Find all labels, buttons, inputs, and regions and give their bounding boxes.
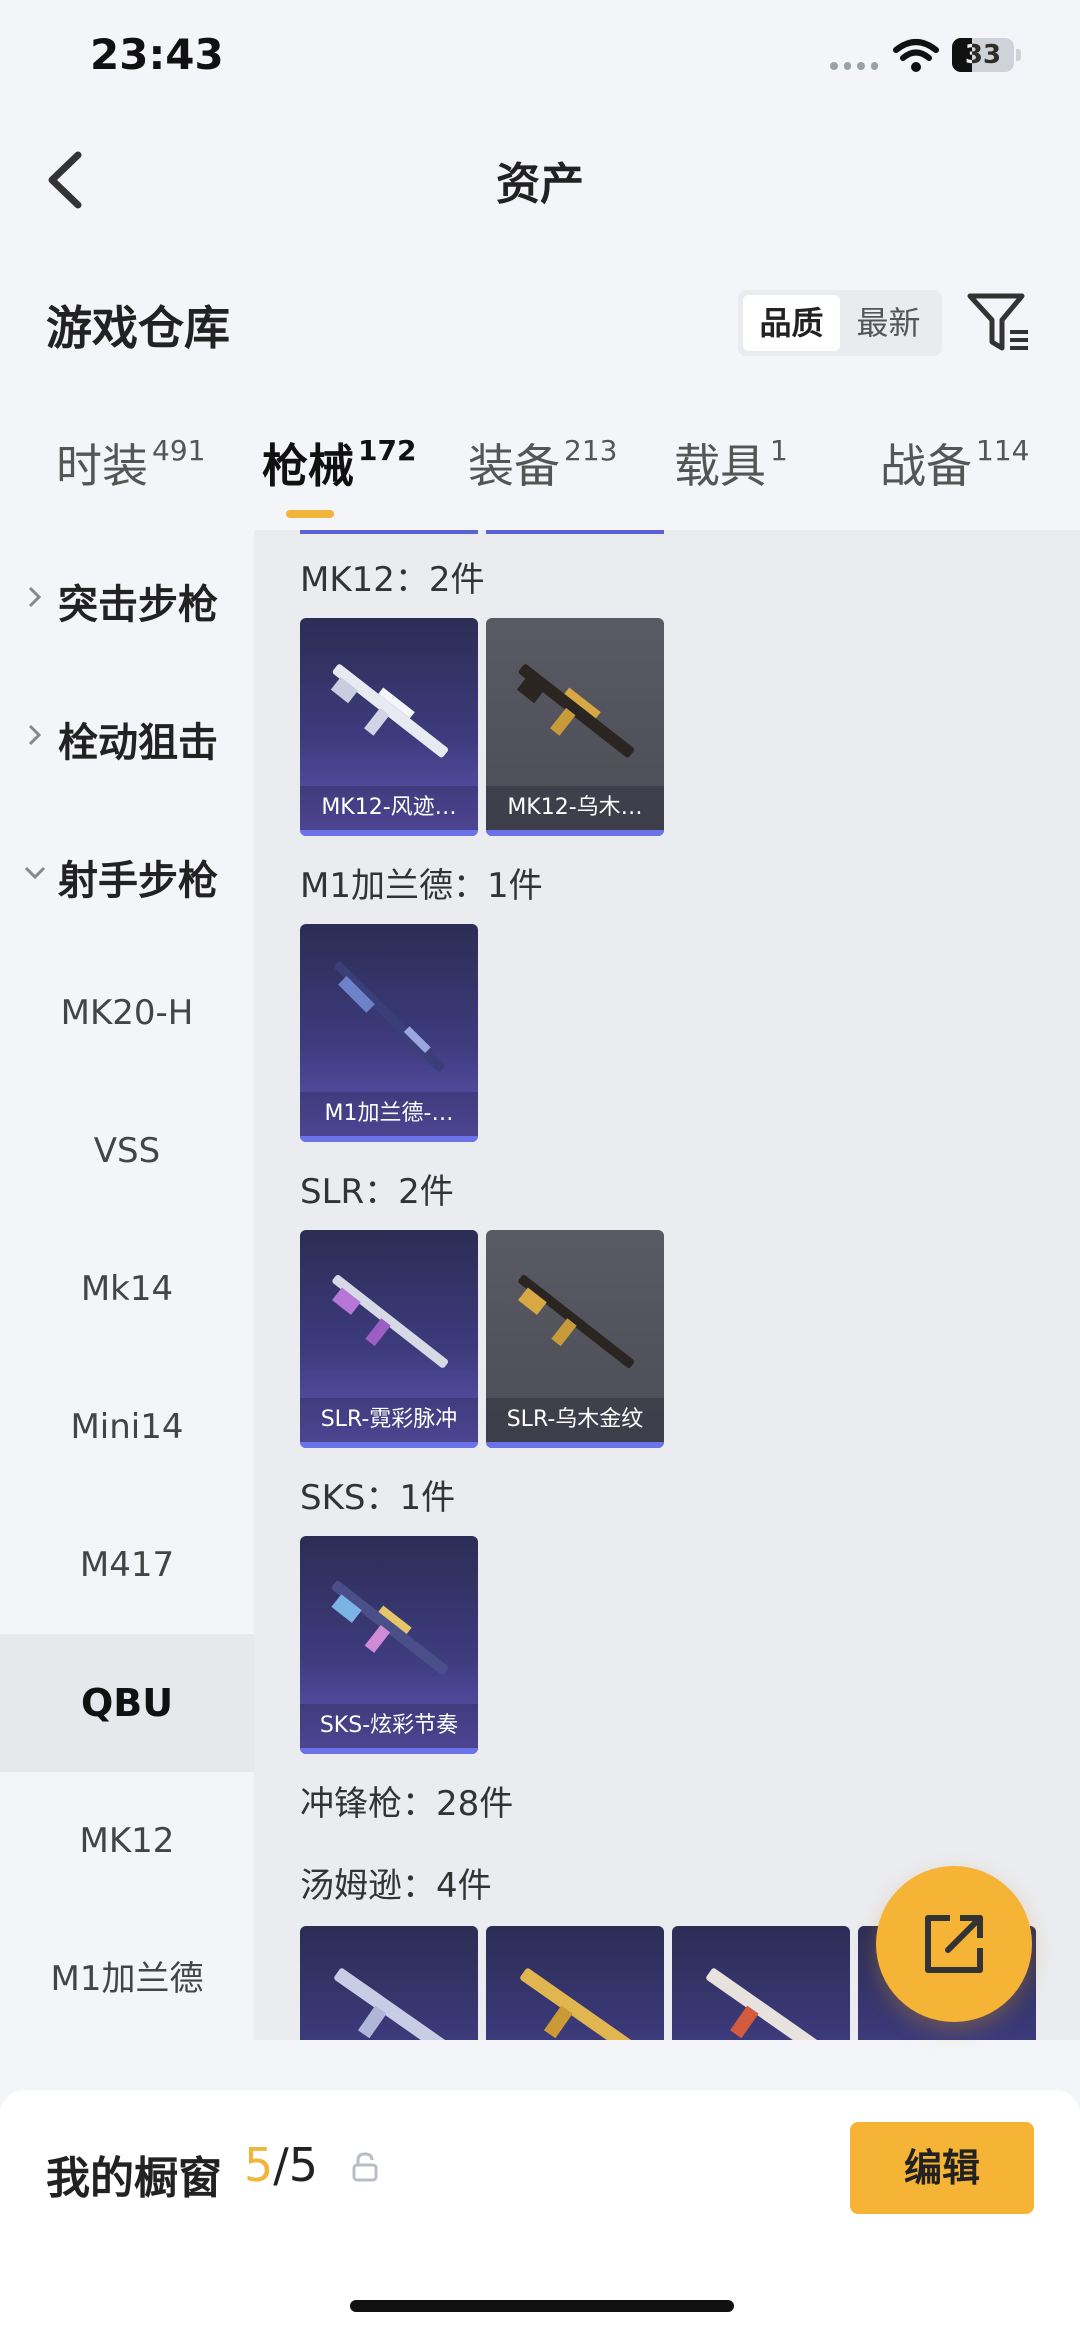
tab-vehicles[interactable]: 载具 1	[674, 430, 788, 496]
weapon-card-caption: MK12-乌木…	[486, 786, 664, 830]
weapon-skin-image	[518, 1274, 635, 1368]
weapon-skin-image	[332, 1274, 449, 1368]
share-icon	[925, 1915, 983, 1973]
weapon-card[interactable]: SLR-乌木金纹	[486, 1230, 664, 1448]
card-underline	[300, 1748, 478, 1754]
sidebar-category-label: 突击步枪	[58, 582, 218, 628]
group-title-thompson: 汤姆逊：4件	[300, 1866, 492, 1906]
status-bar: 23:43 33	[0, 0, 1080, 120]
card-underline	[486, 1442, 664, 1448]
showcase-label: 我的橱窗	[46, 2153, 222, 2204]
weapon-skin-image	[520, 1968, 633, 2040]
category-tabs: 时装 491 枪械 172 装备 213 载具 1 战备 114	[0, 430, 1080, 530]
tab-label: 装备	[468, 439, 560, 493]
weapon-card[interactable]	[486, 1926, 664, 2040]
sidebar-category-marksman-rifle[interactable]: 射手步枪	[0, 806, 254, 944]
tab-count: 114	[976, 434, 1030, 467]
weapon-type-sidebar: 突击步枪 栓动狙击 射手步枪 MK20-H VSS Mk14 Mini14 M4…	[0, 530, 254, 2040]
weapon-card-caption: MK12-风迹…	[300, 786, 478, 830]
weapon-skin-image	[706, 1968, 819, 2040]
weapon-card[interactable]: MK12-乌木…	[486, 618, 664, 836]
weapon-card-caption: SLR-霓彩脉冲	[300, 1398, 478, 1442]
sidebar-item-mk20h[interactable]: MK20-H	[0, 944, 254, 1082]
category-title-smg: 冲锋枪：28件	[300, 1784, 514, 1824]
weapon-card[interactable]: SLR-霓彩脉冲	[300, 1230, 478, 1448]
sort-toggle: 品质 最新	[738, 290, 942, 356]
sidebar-item-m1-garand[interactable]: M1加兰德	[0, 1910, 254, 2048]
showcase-count: 5/5	[244, 2138, 318, 2192]
weapon-card-caption: M1加兰德-…	[300, 1092, 478, 1136]
edit-button[interactable]: 编辑	[850, 2122, 1034, 2214]
card-edge	[486, 530, 664, 534]
weapon-card[interactable]: MK12-风迹…	[300, 618, 478, 836]
tab-label: 战备	[880, 439, 972, 493]
tab-fashion[interactable]: 时装 491	[56, 430, 205, 496]
chevron-right-icon	[28, 724, 42, 746]
card-underline	[300, 830, 478, 836]
card-edge	[300, 530, 478, 534]
sidebar-category-assault-rifle[interactable]: 突击步枪	[0, 530, 254, 668]
weapon-skin-image	[334, 961, 445, 1072]
status-time: 23:43	[90, 30, 224, 79]
sidebar-category-label: 栓动狙击	[58, 720, 218, 766]
sidebar-item-m417[interactable]: M417	[0, 1496, 254, 1634]
tab-count: 491	[152, 434, 206, 467]
share-button[interactable]	[876, 1866, 1032, 2022]
weapon-skin-image	[331, 1580, 449, 1675]
group-title-m1-garand: M1加兰德：1件	[300, 866, 543, 906]
sort-quality-option[interactable]: 品质	[743, 295, 840, 351]
weapon-skin-image	[516, 664, 635, 758]
lock-icon	[352, 2152, 378, 2182]
tab-count: 213	[564, 434, 618, 467]
weapon-card[interactable]: SKS-炫彩节奏	[300, 1536, 478, 1754]
group-title-slr: SLR：2件	[300, 1172, 454, 1212]
showcase-current: 5	[244, 2138, 274, 2192]
chevron-right-icon	[28, 586, 42, 608]
sidebar-category-label: 射手步枪	[58, 858, 218, 904]
sidebar-item-mk12[interactable]: MK12	[0, 1772, 254, 1910]
weapon-card-caption: SKS-炫彩节奏	[300, 1704, 478, 1748]
page-title: 资产	[496, 159, 584, 210]
tab-equipment[interactable]: 装备 213	[468, 430, 617, 496]
sidebar-item-qbu[interactable]: QBU	[0, 1634, 254, 1772]
home-indicator	[350, 2300, 734, 2312]
group-title-mk12: MK12：2件	[300, 560, 485, 600]
wifi-icon	[893, 39, 939, 72]
tab-count: 1	[770, 434, 788, 467]
sidebar-item-mini14[interactable]: Mini14	[0, 1358, 254, 1496]
weapon-skin-image	[330, 664, 449, 758]
weapon-skin-image	[334, 1968, 447, 2040]
card-underline	[300, 1442, 478, 1448]
weapon-card[interactable]	[672, 1926, 850, 2040]
weapon-list: MK12：2件 MK12-风迹… MK12-乌木… M1加兰德：1件 M1加兰德…	[254, 530, 1080, 2040]
tab-label: 载具	[674, 439, 766, 493]
weapon-card-caption: SLR-乌木金纹	[486, 1398, 664, 1442]
weapon-card[interactable]	[300, 1926, 478, 2040]
sidebar-category-bolt-sniper[interactable]: 栓动狙击	[0, 668, 254, 806]
group-title-sks: SKS：1件	[300, 1478, 456, 1518]
tab-firearms[interactable]: 枪械 172	[262, 430, 416, 496]
tab-indicator	[286, 510, 334, 518]
card-underline	[486, 830, 664, 836]
tab-label: 枪械	[262, 439, 354, 493]
battery-icon: 33	[952, 38, 1024, 74]
sort-newest-option[interactable]: 最新	[840, 295, 937, 351]
sidebar-item-mk14[interactable]: Mk14	[0, 1220, 254, 1358]
warehouse-title: 游戏仓库	[46, 301, 230, 355]
tab-count: 172	[358, 434, 417, 467]
tab-label: 时装	[56, 439, 148, 493]
card-underline	[300, 1136, 478, 1142]
showcase-total: /5	[273, 2138, 319, 2192]
signal-icon	[830, 62, 878, 72]
tab-battle-gear[interactable]: 战备 114	[880, 430, 1029, 496]
filter-icon[interactable]	[966, 290, 1032, 356]
weapon-card[interactable]: M1加兰德-…	[300, 924, 478, 1142]
chevron-down-icon	[24, 866, 46, 880]
sidebar-item-vss[interactable]: VSS	[0, 1082, 254, 1220]
battery-level: 33	[964, 40, 1002, 70]
